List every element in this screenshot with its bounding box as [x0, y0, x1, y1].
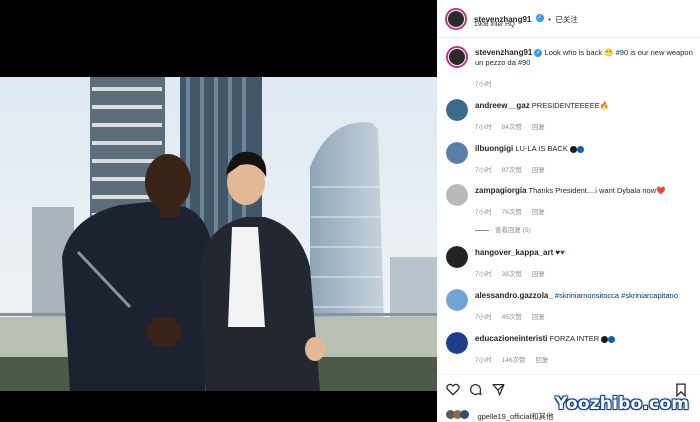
caption-emoji: 😁 — [604, 48, 614, 57]
commenter-username[interactable]: zampagiorgia — [475, 186, 527, 195]
comment-meta: 7小时 84次赞 回复 — [475, 121, 555, 131]
comment-time: 7小时 — [475, 209, 492, 216]
comment-text: zampagiorgia Thanks President....i want … — [475, 186, 693, 196]
post-image-pane — [0, 0, 437, 422]
avatar-image — [446, 289, 468, 311]
follow-status[interactable]: 已关注 — [555, 15, 578, 24]
comment-likes[interactable]: 146次赞 — [502, 357, 526, 364]
comment-time: 7小时 — [475, 314, 492, 321]
blue-circle-icon — [576, 145, 584, 153]
commenter-username[interactable]: ilbuongigi — [475, 144, 513, 153]
comment-meta: 7小时 76次赞 回复 — [475, 206, 555, 216]
reply-button[interactable]: 回复 — [535, 357, 548, 364]
comment-text: educazioneinteristi FORZA INTER — [475, 334, 693, 344]
comment-likes[interactable]: 87次赞 — [502, 167, 522, 174]
commenter-username[interactable]: andreew__gaz — [475, 101, 530, 110]
comment-meta: 7小时 45次赞 回复 — [475, 311, 555, 321]
reply-button[interactable]: 回复 — [532, 271, 545, 278]
photo-scene — [0, 77, 437, 391]
comment-likes[interactable]: 84次赞 — [502, 124, 522, 131]
author-avatar[interactable] — [446, 46, 468, 68]
avatar-image — [448, 11, 464, 27]
commenter-username[interactable]: hangover_kappa_art — [475, 248, 553, 257]
commenter-username[interactable]: educazioneinteristi — [475, 334, 547, 343]
comment-body: PRESIDENTEEEEE🔥 — [531, 101, 610, 110]
reply-button[interactable]: 回复 — [532, 314, 545, 321]
comment-body: Thanks President....i want Dybala now❤️ — [528, 186, 666, 195]
commenter-avatar[interactable] — [446, 289, 468, 311]
comment-body: FORZA INTER — [549, 334, 600, 343]
liked-by-text[interactable]: gpelle19_official和其他 — [477, 412, 553, 421]
comment-meta: 7小时 146次赞 回复 — [475, 354, 558, 364]
comment-time: 7小时 — [475, 124, 492, 131]
hashtag-link[interactable]: #90 — [518, 58, 531, 67]
heart-icon[interactable] — [446, 383, 460, 396]
caption-username[interactable]: stevenzhang91 — [475, 48, 532, 57]
caption-mid: is our new weapon — [628, 48, 693, 57]
post-location[interactable]: 1908 Inter HQ — [474, 21, 515, 28]
comment-text: hangover_kappa_art ♥♥ — [475, 248, 693, 258]
avatar-image — [446, 332, 468, 354]
verified-icon: ✓ — [535, 13, 544, 22]
commenter-avatar[interactable] — [446, 246, 468, 268]
blue-circle-icon — [608, 335, 616, 343]
share-icon[interactable] — [492, 383, 505, 396]
comment-text: alessandro.gazzola_ #skriniarnonsitocca … — [475, 291, 693, 301]
caption-line2: un pezzo da — [475, 58, 518, 67]
caption-time: 7小时 — [475, 81, 492, 88]
replies-line — [475, 229, 489, 231]
commenter-avatar[interactable] — [446, 184, 468, 206]
avatar-image — [449, 49, 465, 65]
hashtag-link[interactable]: #skriniarnonsitocca #skriniarcapitano — [555, 291, 678, 300]
blue-heart-icon: ♥ — [560, 248, 565, 257]
liked-by-row: gpelle19_official和其他 — [446, 406, 554, 422]
view-replies-button[interactable]: 查看回复 (5) — [475, 224, 531, 234]
reply-button[interactable]: 回复 — [532, 167, 545, 174]
reply-button[interactable]: 回复 — [532, 124, 545, 131]
comments-panel: stevenzhang91 ✓ • 已关注 1908 Inter HQ stev… — [437, 0, 700, 422]
reply-button[interactable]: 回复 — [532, 209, 545, 216]
commenter-avatar[interactable] — [446, 99, 468, 121]
avatar-image — [446, 246, 468, 268]
avatar-image — [446, 184, 468, 206]
caption-text: stevenzhang91 ✓ Look who is back 😁 #90 i… — [475, 48, 693, 68]
commenter-username[interactable]: alessandro.gazzola_ — [475, 291, 553, 300]
black-circle-icon — [601, 335, 609, 343]
comment-text: ilbuongigi LU-LA IS BACK — [475, 144, 693, 154]
commenter-avatar[interactable] — [446, 142, 468, 164]
comment-icon[interactable] — [469, 383, 482, 396]
post-header: stevenzhang91 ✓ • 已关注 1908 Inter HQ — [437, 0, 700, 38]
comment-likes[interactable]: 76次赞 — [502, 209, 522, 216]
site-watermark: Yoozhibo.com — [555, 394, 690, 414]
comment-meta: 7小时 87次赞 回复 — [475, 164, 555, 174]
liker-avatar[interactable] — [460, 410, 469, 420]
post-photo[interactable] — [0, 77, 437, 391]
hashtag-link[interactable]: #90 — [616, 48, 629, 57]
comment-time: 7小时 — [475, 167, 492, 174]
comment-likes[interactable]: 38次赞 — [502, 271, 522, 278]
avatar-image — [446, 142, 468, 164]
comment-meta: 7小时 38次赞 回复 — [475, 268, 555, 278]
commenter-avatar[interactable] — [446, 332, 468, 354]
black-circle-icon — [569, 145, 577, 153]
comment-time: 7小时 — [475, 271, 492, 278]
avatar-image — [446, 99, 468, 121]
comment-text: andreew__gaz PRESIDENTEEEEE🔥 — [475, 101, 693, 111]
view-replies-label: 查看回复 (5) — [495, 227, 531, 234]
caption-prefix: Look who is back — [544, 48, 605, 57]
verified-icon: ✓ — [534, 49, 543, 58]
separator-dot: • — [548, 15, 551, 24]
author-avatar[interactable] — [445, 8, 467, 30]
comment-body: LU-LA IS BACK — [515, 144, 568, 153]
comment-likes[interactable]: 45次赞 — [502, 314, 522, 321]
comment-time: 7小时 — [475, 357, 492, 364]
